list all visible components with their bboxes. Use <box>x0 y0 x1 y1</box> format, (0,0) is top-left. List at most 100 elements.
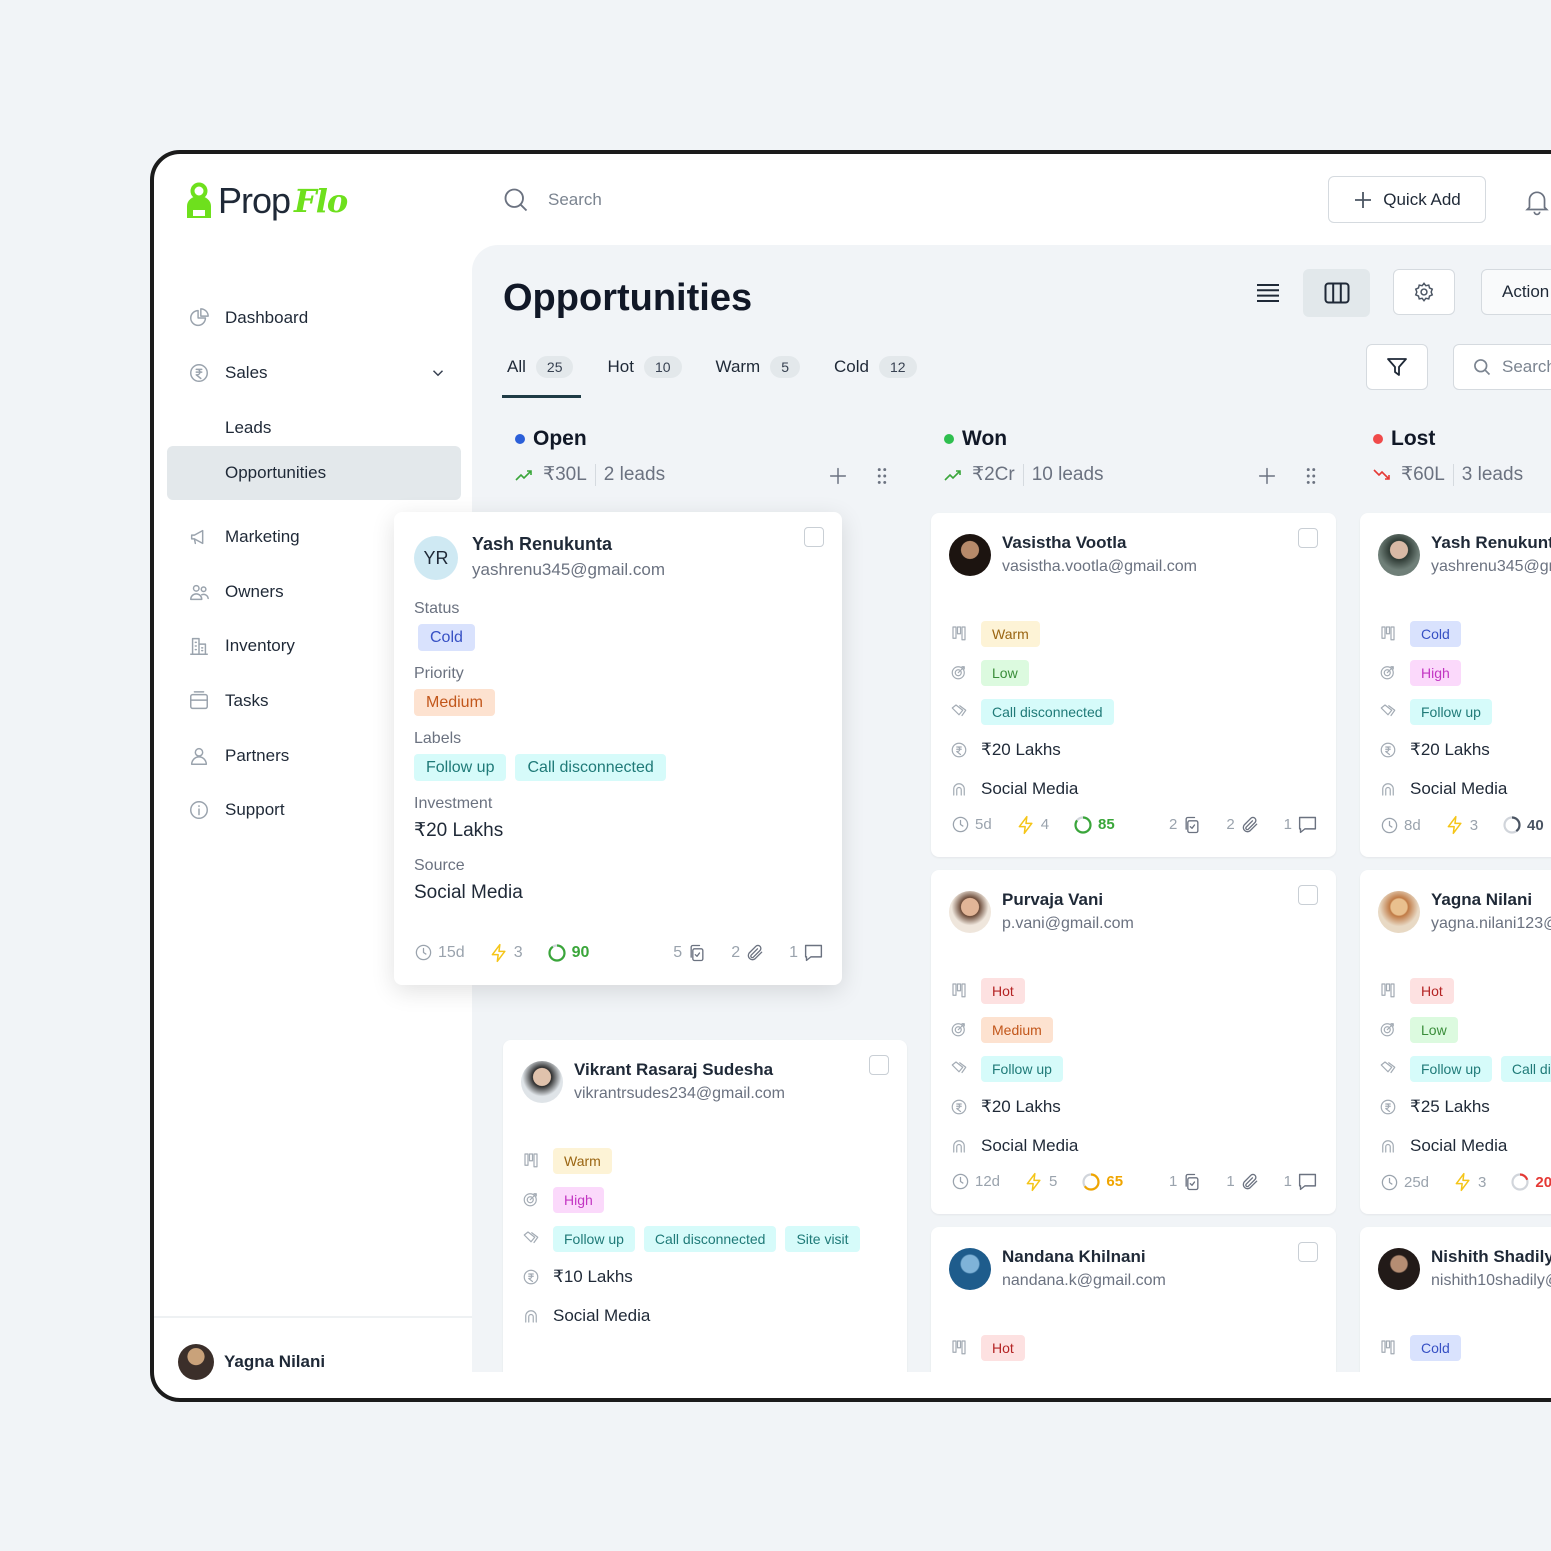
column-amount: ₹60L <box>1401 464 1445 485</box>
lead-name[interactable]: Yash Renukunta <box>1431 533 1551 553</box>
activity-count: 3 <box>513 943 523 961</box>
select-checkbox[interactable] <box>1298 1242 1318 1262</box>
investment-row: ₹20 Lakhs <box>949 1095 1318 1134</box>
lead-email: yashrenu345@gmail.com <box>472 560 666 579</box>
row-icon <box>949 777 969 801</box>
dragged-lead-card[interactable]: YR Yash Renukunta yashrenu345@gmail.com Sta… <box>394 512 842 985</box>
lead-card[interactable]: Vasistha Vootla vasistha.vootla@gmail.com… <box>931 513 1336 857</box>
kanban-status-icon <box>1381 1340 1395 1355</box>
lead-card[interactable]: Vikrant Rasaraj Sudesha vikrantrsudes234@… <box>503 1040 907 1372</box>
tag-follow-up: Follow up <box>981 1056 1063 1082</box>
select-checkbox[interactable] <box>804 527 824 547</box>
lead-card[interactable]: Yagna Nilani yagna.nilani123@gmail.com Hot… <box>1360 870 1551 1214</box>
bolt-icon <box>1026 1172 1041 1191</box>
target-icon <box>1380 666 1394 680</box>
plus-icon[interactable] <box>827 465 849 487</box>
action-button[interactable]: Action <box>1481 269 1551 315</box>
trend-up-icon <box>515 469 532 481</box>
row-icon <box>1378 1056 1398 1080</box>
lead-info: Purvaja Vani p.vani@gmail.com <box>1002 888 1134 978</box>
lead-card[interactable]: Purvaja Vani p.vani@gmail.com Hot Medium Fol… <box>931 870 1336 1214</box>
board-search-input[interactable]: Search <box>1453 344 1551 390</box>
user-wrap <box>187 744 211 768</box>
select-checkbox[interactable] <box>1298 528 1318 548</box>
sidebar-item-dashboard[interactable]: Dashboard <box>167 291 461 345</box>
card-header: Vikrant Rasaraj Sudesha vikrantrsudes234@… <box>521 1058 889 1148</box>
lead-avatar <box>949 534 991 576</box>
tray-icon <box>190 691 208 710</box>
source-value: Social Media <box>1410 1136 1508 1155</box>
column-header-open: Open ₹30L 2 leads <box>515 427 915 486</box>
tab-label: Hot <box>607 357 634 376</box>
lead-name[interactable]: Vikrant Rasaraj Sudesha <box>574 1060 785 1080</box>
tray-wrap <box>187 689 211 713</box>
tag-high: High <box>1410 660 1461 686</box>
tab-count-badge: 12 <box>879 356 917 378</box>
investment-value: ₹25 Lakhs <box>1410 1097 1490 1116</box>
drag-handle-icon[interactable] <box>871 465 893 487</box>
source-row: Social Media <box>1378 1134 1551 1173</box>
pie-chart-icon <box>190 308 209 327</box>
list-view-icon[interactable] <box>1256 283 1280 303</box>
lead-name[interactable]: Nandana Khilnani <box>1002 1247 1166 1267</box>
select-checkbox[interactable] <box>1298 885 1318 905</box>
global-search[interactable]: Search <box>502 186 602 214</box>
lead-name[interactable]: Nishith Shadily <box>1431 1247 1551 1267</box>
tab-warm[interactable]: Warm 5 <box>716 353 801 381</box>
lead-name[interactable]: Purvaja Vani <box>1002 890 1134 910</box>
clock-icon <box>415 944 432 961</box>
source-row: Social Media <box>521 1304 889 1343</box>
kanban-view-button[interactable] <box>1303 269 1370 317</box>
copy-icon <box>1185 1173 1199 1190</box>
column-lead-count: 2 leads <box>603 463 666 485</box>
select-checkbox[interactable] <box>869 1055 889 1075</box>
propflo-logo[interactable]: Prop Flo <box>184 180 348 222</box>
tag-medium: Medium <box>414 689 495 716</box>
quick-add-button[interactable]: Quick Add <box>1328 176 1486 223</box>
tab-all[interactable]: All 25 <box>507 353 574 381</box>
lead-card[interactable]: Yash Renukunta yashrenu345@gmail.com Cold H… <box>1360 513 1551 857</box>
priority-label: Priority <box>414 665 464 682</box>
target-icon <box>951 1023 965 1037</box>
bell-icon[interactable] <box>1524 188 1550 216</box>
paperclip-icon <box>1242 1173 1257 1189</box>
lead-info: Vikrant Rasaraj Sudesha vikrantrsudes234@… <box>574 1058 785 1148</box>
lead-avatar <box>949 1248 991 1290</box>
tag-hot: Hot <box>1410 978 1454 1004</box>
column-tools <box>827 465 893 487</box>
card-header: Nishith Shadily nishith10shadily@gmail.co… <box>1378 1245 1551 1335</box>
lead-name[interactable]: Vasistha Vootla <box>1002 533 1197 553</box>
column-lead-count: 10 leads <box>1031 463 1104 485</box>
kanban-status-icon <box>952 626 966 641</box>
row-icon <box>949 738 969 762</box>
plus-icon[interactable] <box>1256 465 1278 487</box>
tag-icon <box>951 704 967 717</box>
current-user[interactable]: Yagna Nilani <box>154 1316 472 1398</box>
source-value: Social Media <box>553 1306 651 1325</box>
sidebar-item-opportunities[interactable]: Opportunities <box>167 446 461 500</box>
drag-handle-icon[interactable] <box>1300 465 1322 487</box>
tab-hot[interactable]: Hot 10 <box>607 353 682 381</box>
filter-button[interactable] <box>1366 344 1428 390</box>
tag-site-visit: Site visit <box>785 1226 860 1252</box>
settings-button[interactable] <box>1393 269 1455 315</box>
lead-name[interactable]: Yash Renukunta <box>472 534 665 555</box>
footer-stats: 25d 3 20 <box>1380 1172 1551 1192</box>
tab-cold[interactable]: Cold 12 <box>834 353 917 381</box>
row-icon <box>1378 1134 1398 1158</box>
column-amount: ₹2Cr <box>972 464 1015 485</box>
lead-card[interactable]: Nandana Khilnaninandana.k@gmail.comHotMe… <box>931 1227 1336 1372</box>
lead-name[interactable]: Yagna Nilani <box>1431 890 1551 910</box>
sidebar-item-sales[interactable]: Sales <box>167 346 461 400</box>
footer-counts: 1 1 1 <box>1169 1171 1318 1192</box>
lead-card[interactable]: Nishith Shadily nishith10shadily@gmail.co… <box>1360 1227 1551 1372</box>
status-tabs: All 25 Hot 10 Warm 5 Cold 12 <box>507 353 917 381</box>
tag-cold: Cold <box>1410 1335 1461 1361</box>
lead-score: 65 <box>1106 1173 1124 1190</box>
lead-info: Nandana Khilnani nandana.k@gmail.com <box>1002 1245 1166 1335</box>
tag-icon <box>1380 704 1396 717</box>
comment-count: 1 <box>1283 816 1292 833</box>
row-icon <box>521 1226 541 1250</box>
column-stats: ₹60L 3 leads <box>1373 463 1551 486</box>
lead-email: yashrenu345@gmail.com <box>1431 558 1551 575</box>
